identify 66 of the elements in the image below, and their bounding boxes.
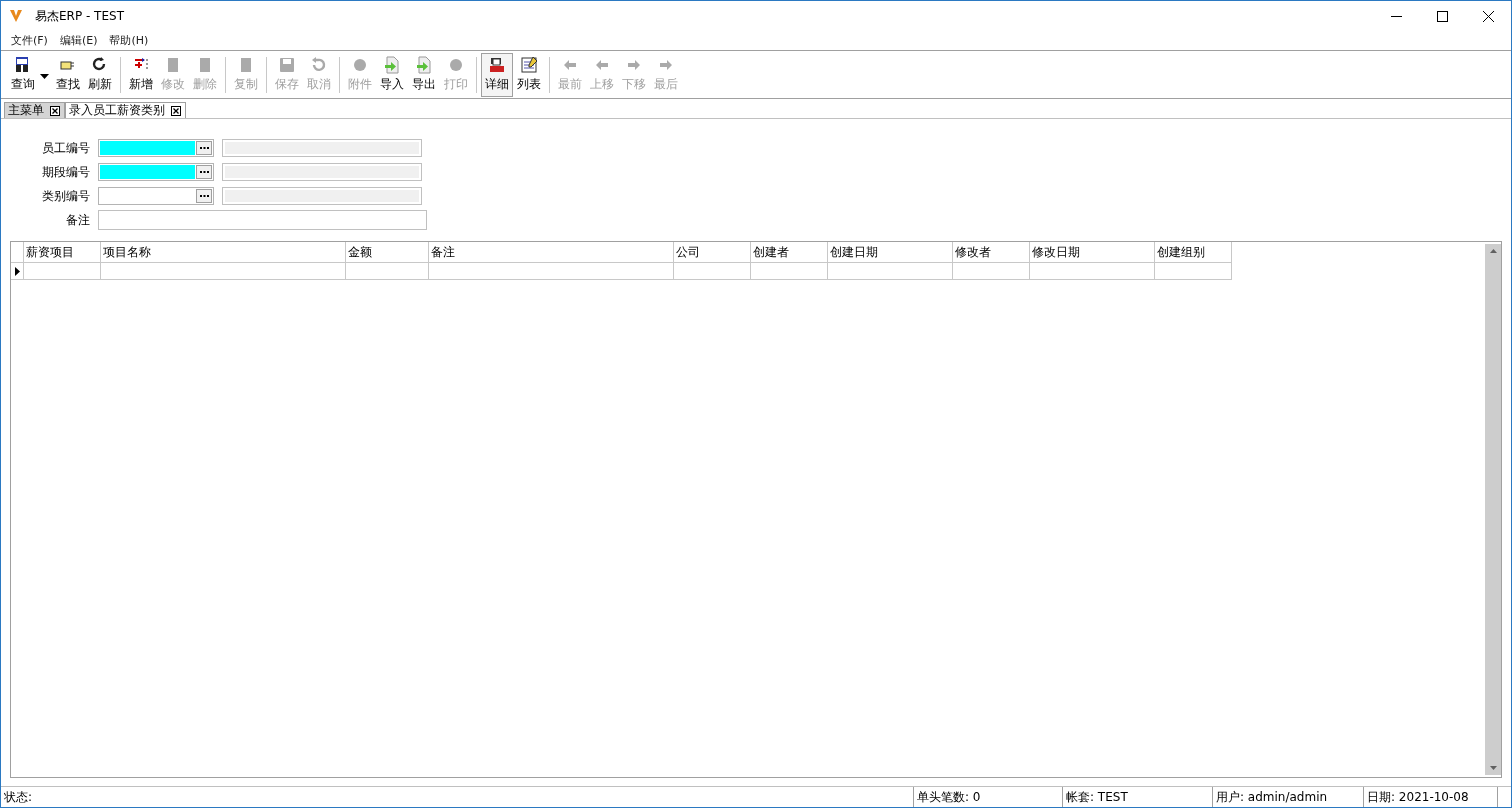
column-header[interactable]: 公司 — [674, 242, 751, 263]
ellipsis-icon — [199, 146, 209, 150]
column-header[interactable]: 金额 — [346, 242, 429, 263]
column-header[interactable]: 项目名称 — [101, 242, 346, 263]
scroll-up-icon[interactable] — [1489, 249, 1497, 253]
lookup-button[interactable] — [196, 165, 212, 179]
maximize-icon — [1436, 10, 1448, 22]
table-cell[interactable] — [953, 263, 1030, 280]
table-cell[interactable] — [1030, 263, 1155, 280]
close-icon — [1482, 10, 1494, 22]
code-field[interactable] — [98, 163, 214, 181]
field-label: 备注 — [65, 211, 90, 229]
lookup-button[interactable] — [196, 189, 212, 203]
column-header[interactable]: 薪资项目 — [24, 242, 101, 263]
column-header[interactable]: 创建者 — [751, 242, 828, 263]
toolbar-button[interactable]: 查询 — [7, 52, 52, 97]
window-title: 易杰ERP - TEST — [35, 7, 125, 25]
table-cell[interactable] — [1155, 263, 1232, 280]
status-text: 状态: — [1, 787, 914, 807]
lookup-button[interactable] — [196, 141, 212, 155]
close-icon[interactable] — [50, 105, 60, 116]
logo-icon — [9, 9, 23, 23]
table-cell[interactable] — [346, 263, 429, 280]
ellipsis-icon — [199, 170, 209, 174]
toolbar-button[interactable]: 查找 — [52, 52, 84, 97]
table-cell[interactable] — [751, 263, 828, 280]
ellipsis-icon — [199, 194, 209, 198]
menu-item[interactable]: 编辑(E) — [53, 33, 104, 48]
input-field[interactable] — [98, 210, 427, 230]
scrollbar[interactable] — [1485, 244, 1501, 775]
table-cell[interactable] — [674, 263, 751, 280]
save-icon — [278, 56, 296, 74]
menu-item[interactable]: 帮助(H) — [103, 33, 155, 48]
toolbar-button[interactable]: 导入 — [376, 52, 408, 97]
field-label: 员工编号 — [41, 139, 90, 157]
column-header[interactable]: 创建组别 — [1155, 242, 1232, 263]
toolbar-button[interactable]: 刷新 — [84, 52, 116, 97]
table-cell[interactable] — [429, 263, 674, 280]
tab[interactable]: 主菜单 — [4, 102, 65, 118]
toolbar-button[interactable]: 详细 — [481, 52, 513, 97]
tab[interactable]: 录入员工薪资类别 — [65, 102, 186, 118]
scroll-down-icon[interactable] — [1489, 766, 1497, 770]
undo-icon — [310, 56, 328, 74]
import-icon — [383, 56, 401, 74]
close-icon[interactable] — [171, 105, 181, 116]
status-text: 单头笔数: 0 — [914, 787, 1063, 807]
list-icon — [520, 56, 538, 74]
toolbar-button[interactable]: 导出 — [408, 52, 440, 97]
table-cell[interactable] — [101, 263, 346, 280]
column-header[interactable]: 修改者 — [953, 242, 1030, 263]
table-cell[interactable] — [24, 263, 101, 280]
field-label: 期段编号 — [41, 163, 90, 181]
code-field[interactable] — [98, 139, 214, 157]
toolbar-button[interactable]: 列表 — [513, 52, 545, 97]
column-header[interactable]: 创建日期 — [828, 242, 953, 263]
column-header[interactable]: 修改日期 — [1030, 242, 1155, 263]
toolbar-button[interactable]: 新增 — [125, 52, 157, 97]
status-text: 用户: admin/admin — [1213, 787, 1364, 807]
code-field[interactable] — [98, 187, 214, 205]
column-header[interactable]: 备注 — [429, 242, 674, 263]
field-label: 类别编号 — [41, 187, 90, 205]
status-text: 日期: 2021-10-08 — [1364, 787, 1498, 807]
status-text: 帐套: TEST — [1063, 787, 1213, 807]
table-cell[interactable] — [828, 263, 953, 280]
menu-item[interactable]: 文件(F) — [5, 33, 54, 48]
export-icon — [415, 56, 433, 74]
